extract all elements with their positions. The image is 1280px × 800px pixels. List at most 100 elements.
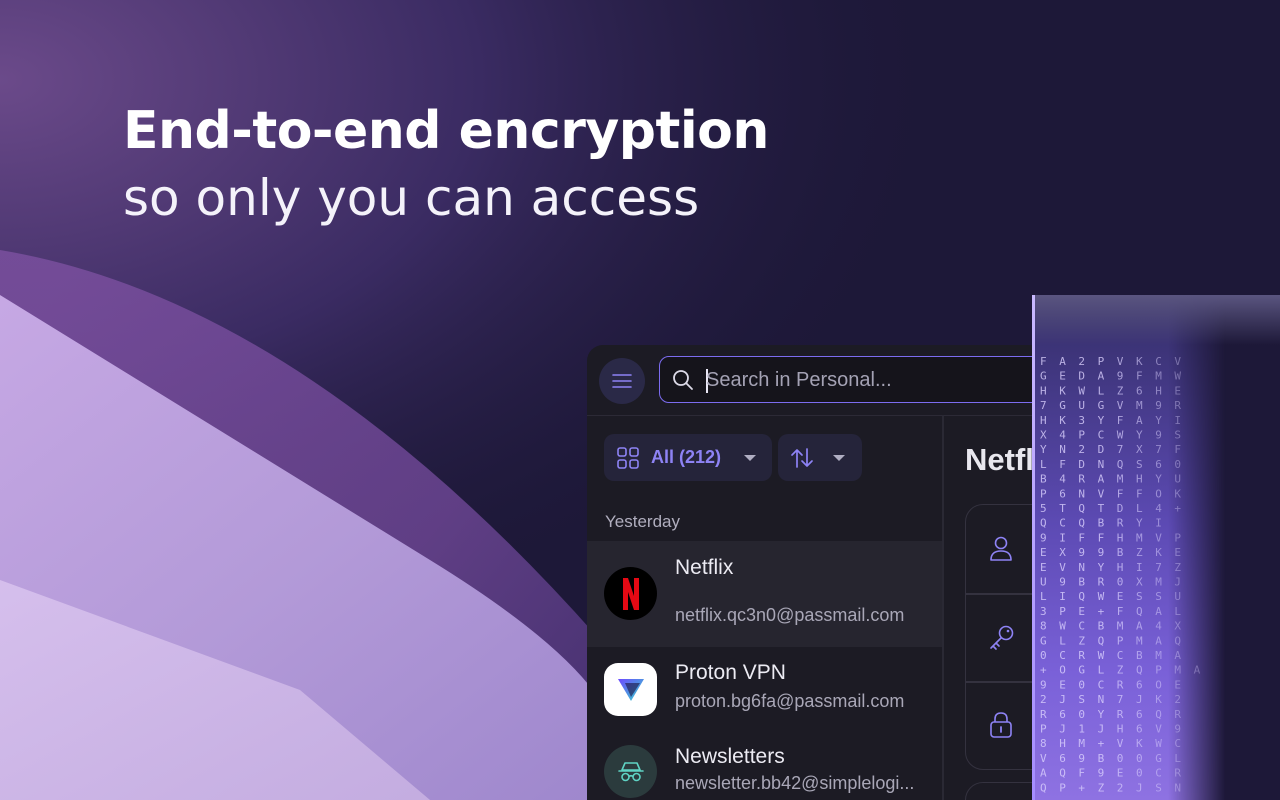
cipher-char: Z — [1117, 384, 1124, 397]
cipher-char: 6 — [1136, 723, 1143, 736]
cipher-char: W — [1059, 620, 1066, 633]
cipher-char: I — [1155, 517, 1162, 530]
user-icon[interactable] — [988, 535, 1014, 563]
cipher-char: Y — [1098, 414, 1105, 427]
cipher-char: N — [1078, 487, 1085, 500]
cipher-char: 0 — [1174, 458, 1181, 471]
cipher-char: A — [1155, 605, 1162, 618]
list-item-netflix[interactable]: Netflix netflix.qc3n0@passmail.com — [587, 541, 942, 647]
search-input[interactable] — [706, 364, 1033, 396]
item-subtitle: proton.bg6fa@passmail.com — [675, 691, 905, 711]
cipher-char: D — [1098, 443, 1105, 456]
cipher-char: + — [1098, 737, 1105, 750]
cipher-char: Q — [1136, 605, 1143, 618]
cipher-char: C — [1155, 767, 1162, 780]
cipher-char: 6 — [1136, 678, 1143, 691]
cipher-char: V — [1059, 561, 1066, 574]
cipher-char: G — [1098, 399, 1105, 412]
menu-button[interactable] — [599, 358, 645, 404]
cipher-char: L — [1174, 752, 1181, 765]
cipher-char: I — [1059, 590, 1066, 603]
cipher-char: W — [1174, 370, 1181, 383]
encrypted-characters: F A 2 P V K C VG E D A 9 F M WH K W L Z 6 H E7 G U G V M 9 RH K 3 Y F A Y I… — [1040, 355, 1201, 794]
cipher-char: F — [1059, 458, 1066, 471]
section-label: Yesterday — [605, 512, 680, 531]
cipher-char: J — [1136, 781, 1143, 794]
cipher-char: R — [1174, 767, 1181, 780]
cipher-char: 3 — [1078, 414, 1085, 427]
cipher-char: F — [1136, 370, 1143, 383]
cipher-char: O — [1155, 678, 1162, 691]
cipher-char: U — [1174, 590, 1181, 603]
cipher-char: W — [1078, 384, 1085, 397]
cipher-char: F — [1078, 767, 1085, 780]
lock-icon[interactable] — [988, 711, 1014, 739]
cipher-char: G — [1040, 370, 1047, 383]
cipher-char: E — [1059, 370, 1066, 383]
list-item-proton-vpn[interactable]: Proton VPN proton.bg6fa@passmail.com — [587, 647, 942, 733]
cipher-char: V — [1040, 752, 1047, 765]
cipher-char: A — [1098, 473, 1105, 486]
cipher-char: E — [1174, 678, 1181, 691]
cipher-char: P — [1155, 664, 1162, 677]
pane-divider — [942, 415, 944, 800]
cipher-char: 6 — [1136, 708, 1143, 721]
cipher-char: 4 — [1059, 473, 1066, 486]
proton-vpn-logo — [604, 663, 657, 716]
cipher-char: A — [1059, 355, 1066, 368]
cipher-char: A — [1174, 649, 1181, 662]
cipher-char: R — [1040, 708, 1047, 721]
top-bar — [587, 345, 1033, 416]
cipher-char: U — [1078, 399, 1085, 412]
cipher-char: G — [1059, 399, 1066, 412]
cipher-char: + — [1098, 605, 1105, 618]
cipher-char: K — [1174, 487, 1181, 500]
cipher-char: C — [1059, 649, 1066, 662]
cipher-char: J — [1059, 693, 1066, 706]
cipher-char: A — [1136, 414, 1143, 427]
cipher-char: Z — [1136, 546, 1143, 559]
key-icon[interactable] — [988, 623, 1016, 651]
item-title: Netflix — [675, 556, 734, 579]
cipher-char: K — [1136, 737, 1143, 750]
netflix-logo — [604, 567, 657, 620]
cipher-char: P — [1117, 634, 1124, 647]
cipher-char: Y — [1136, 517, 1143, 530]
cipher-char: 4 — [1155, 620, 1162, 633]
cipher-char: N — [1098, 693, 1105, 706]
cipher-char: R — [1174, 399, 1181, 412]
cipher-char: H — [1117, 723, 1124, 736]
cipher-char: E — [1117, 767, 1124, 780]
cipher-char: F — [1117, 605, 1124, 618]
cipher-char: Q — [1136, 664, 1143, 677]
detail-title: Netfli — [965, 442, 1033, 477]
cipher-char: F — [1136, 487, 1143, 500]
cipher-char: W — [1098, 649, 1105, 662]
cipher-char: O — [1059, 664, 1066, 677]
cipher-char: A — [1040, 767, 1047, 780]
cipher-char: V — [1174, 355, 1181, 368]
hamburger-icon — [612, 374, 632, 388]
item-subtitle: newsletter.bb42@simplelogi... — [675, 773, 915, 793]
list-item-newsletters[interactable]: Newsletters newsletter.bb42@simplelogi..… — [587, 733, 942, 800]
search-field[interactable] — [659, 356, 1033, 403]
cipher-char: F — [1078, 531, 1085, 544]
cipher-char: I — [1136, 561, 1143, 574]
cipher-char: J — [1059, 723, 1066, 736]
cipher-char: V — [1117, 737, 1124, 750]
cipher-char: Y — [1040, 443, 1047, 456]
sort-dropdown[interactable] — [778, 434, 862, 481]
cipher-char: 9 — [1098, 767, 1105, 780]
cipher-char: Q — [1040, 517, 1047, 530]
cipher-char: E — [1040, 561, 1047, 574]
cipher-char: L — [1136, 502, 1143, 515]
cipher-char: 7 — [1117, 443, 1124, 456]
cipher-char: P — [1040, 723, 1047, 736]
hero-headline: End-to-end encryption so only you can ac… — [123, 96, 769, 230]
chevron-down-icon — [744, 454, 757, 461]
cipher-char: 8 — [1040, 737, 1047, 750]
cipher-char: K — [1155, 693, 1162, 706]
cipher-char: 2 — [1117, 781, 1124, 794]
cipher-char: P — [1174, 531, 1181, 544]
filter-dropdown[interactable]: All (212) — [604, 434, 772, 481]
